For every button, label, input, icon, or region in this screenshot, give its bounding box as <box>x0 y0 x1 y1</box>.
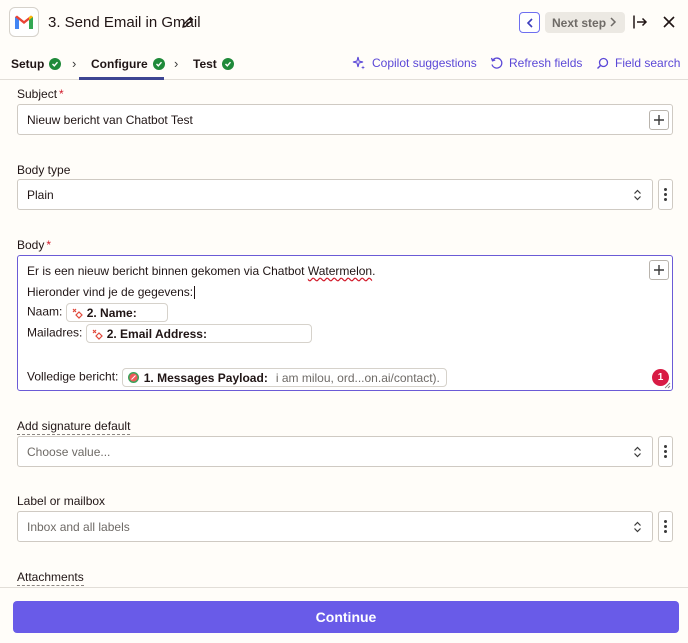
plus-icon <box>654 265 664 275</box>
active-tab-indicator <box>79 77 164 80</box>
tab-test-label: Test <box>193 57 217 71</box>
body-type-value: Plain <box>27 187 54 202</box>
chevron-right-icon: › <box>174 56 179 71</box>
signature-placeholder: Choose value... <box>27 444 111 459</box>
body-line-intro: Er is een nieuw bericht binnen gekomen v… <box>27 264 375 278</box>
close-icon[interactable] <box>662 15 676 29</box>
pill-label: 2. Name: <box>86 305 137 320</box>
chevron-right-icon <box>610 17 617 27</box>
body-label: Body * <box>17 238 51 252</box>
subject-label-text: Subject <box>17 87 58 101</box>
copilot-suggestions-link[interactable]: Copilot suggestions <box>352 56 477 70</box>
pill-label: 1. Messages Payload: <box>143 370 268 385</box>
text-cursor <box>194 286 196 300</box>
required-marker: * <box>59 87 64 101</box>
continue-button[interactable]: Continue <box>13 601 679 633</box>
webhook-icon <box>92 329 103 340</box>
jump-to-end-icon[interactable] <box>632 14 648 30</box>
body-type-label: Body type <box>17 163 70 177</box>
tab-setup[interactable]: Setup <box>11 57 62 71</box>
body-label-text: Body <box>17 238 45 252</box>
step-header: 3. Send Email in Gmail Next step <box>0 0 688 46</box>
body-text: Er is een nieuw bericht binnen gekomen v… <box>27 264 308 278</box>
check-circle-icon <box>152 58 165 70</box>
footer: Continue <box>0 587 688 643</box>
body-line-volledig: Volledige bericht: 1. Messages Payload: … <box>27 368 447 387</box>
field-search-label: Field search <box>615 56 681 70</box>
signature-select[interactable]: Choose value... <box>17 436 653 467</box>
body-line-details: Hieronder vind je de gegevens: <box>27 285 196 300</box>
body-text: Volledige bericht: <box>27 369 119 384</box>
refresh-fields-label: Refresh fields <box>509 56 583 70</box>
label-mailbox-value: Inbox and all labels <box>27 519 130 534</box>
webhook-icon <box>72 308 83 319</box>
plus-icon <box>654 115 664 125</box>
tab-test[interactable]: Test <box>193 57 234 71</box>
more-options-icon[interactable] <box>658 511 673 542</box>
body-line-naam: Naam: 2. Name: <box>27 303 168 322</box>
body-text: Naam: <box>27 304 63 319</box>
required-marker: * <box>46 238 52 252</box>
previous-step-button[interactable] <box>519 12 540 33</box>
attachments-label: Attachments <box>17 570 84 586</box>
chevron-up-down-icon <box>634 446 641 458</box>
copilot-suggestions-label: Copilot suggestions <box>372 56 477 70</box>
more-options-icon[interactable] <box>658 436 673 467</box>
gmail-icon <box>9 7 39 37</box>
subject-label: Subject * <box>17 87 64 101</box>
next-step-label: Next step <box>552 15 607 30</box>
messages-payload-pill[interactable]: 1. Messages Payload: i am milou, ord...o… <box>121 368 447 387</box>
tab-configure-label: Configure <box>91 57 148 71</box>
next-step-button[interactable]: Next step <box>545 12 625 33</box>
refresh-fields-link[interactable]: Refresh fields <box>490 56 582 70</box>
body-text: Hieronder vind je de gegevens: <box>27 285 194 299</box>
sparkle-icon <box>352 56 365 70</box>
body-type-select[interactable]: Plain <box>17 179 653 210</box>
pill-label: 2. Email Address: <box>106 326 207 341</box>
tab-setup-label: Setup <box>11 57 45 71</box>
search-icon <box>597 57 609 69</box>
body-type-label-text: Body type <box>17 163 71 177</box>
pencil-icon[interactable] <box>181 15 195 29</box>
watermelon-icon <box>127 372 139 383</box>
label-mailbox-label: Label or mailbox <box>17 494 105 508</box>
chevron-up-down-icon <box>634 189 641 201</box>
subject-value: Nieuw bericht van Chatbot Test <box>27 112 193 127</box>
attachments-label-text: Attachments <box>17 570 84 586</box>
chevron-right-icon: › <box>72 56 77 71</box>
step-title[interactable]: 3. Send Email in Gmail <box>48 14 201 31</box>
body-line-mail: Mailadres: 2. Email Address: <box>27 324 312 343</box>
misspelled-word: Watermelon <box>307 264 373 278</box>
body-editor[interactable]: Er is een nieuw bericht binnen gekomen v… <box>17 255 673 391</box>
signature-label-text: Add signature default <box>17 419 131 435</box>
subject-input[interactable]: Nieuw bericht van Chatbot Test <box>17 104 673 135</box>
insert-data-button[interactable] <box>649 260 669 280</box>
body-text: . <box>372 264 376 278</box>
body-text: Mailadres: <box>27 325 83 340</box>
check-circle-icon <box>49 58 62 70</box>
signature-label: Add signature default <box>17 419 131 435</box>
insert-data-button[interactable] <box>649 110 669 130</box>
chevron-up-down-icon <box>634 521 641 533</box>
step-tabs: Setup › Configure › Test Copilot suggest… <box>0 46 688 80</box>
label-mailbox-label-text: Label or mailbox <box>17 494 106 508</box>
email-address-field-pill[interactable]: 2. Email Address: <box>85 324 312 343</box>
more-options-icon[interactable] <box>658 179 673 210</box>
field-search-link[interactable]: Field search <box>596 56 680 70</box>
name-field-pill[interactable]: 2. Name: <box>65 303 168 322</box>
chevron-left-icon <box>526 17 533 28</box>
label-mailbox-select[interactable]: Inbox and all labels <box>17 511 653 542</box>
error-count-badge: 1 <box>652 369 669 386</box>
pill-sample-value: i am milou, ord...on.ai/contact). <box>275 370 440 385</box>
tab-configure[interactable]: Configure <box>91 57 165 71</box>
check-circle-icon <box>221 58 234 70</box>
refresh-icon <box>490 56 503 69</box>
